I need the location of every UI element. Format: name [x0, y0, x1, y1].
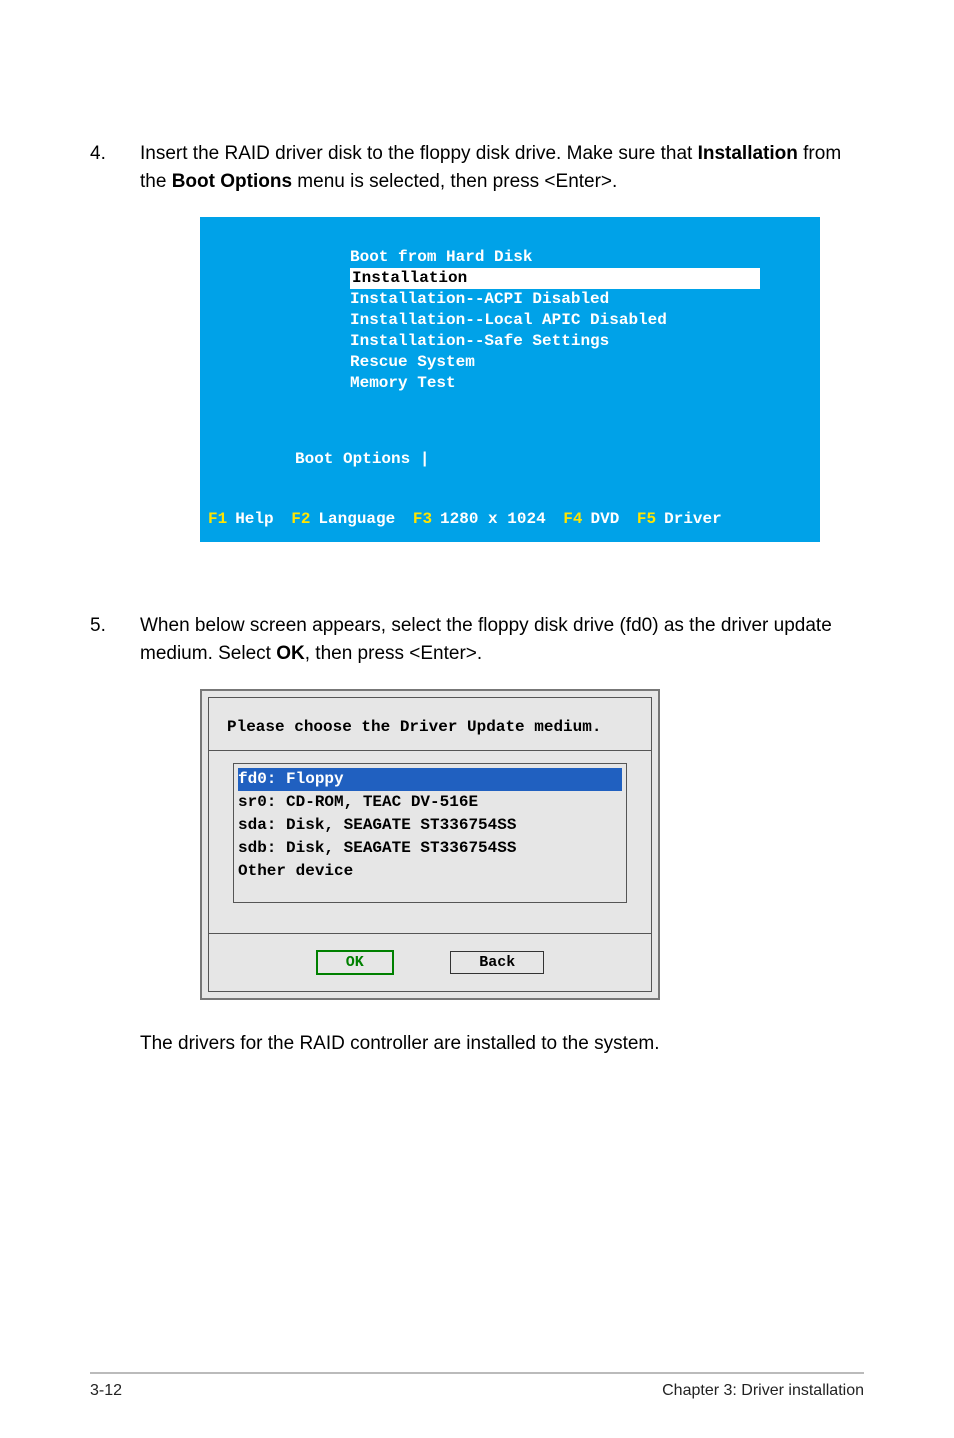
- dialog-list: fd0: Floppy sr0: CD-ROM, TEAC DV-516E sd…: [233, 763, 627, 903]
- ok-button[interactable]: OK: [316, 950, 394, 975]
- boot-screen: Boot from Hard Disk Installation Install…: [200, 217, 820, 542]
- page-footer: 3-12 Chapter 3: Driver installation: [90, 1372, 864, 1400]
- footer-chapter: Chapter 3: Driver installation: [662, 1382, 864, 1400]
- step-5-number: 5.: [90, 612, 140, 667]
- fkey-f2[interactable]: F2: [291, 510, 310, 528]
- boot-item-safe-settings[interactable]: Installation--Safe Settings: [350, 331, 780, 352]
- step5-bold: OK: [276, 643, 305, 664]
- boot-options-input[interactable]: Boot Options |: [200, 449, 820, 470]
- fkey-f3-label: 1280 x 1024: [440, 510, 546, 528]
- driver-update-dialog-screenshot: Please choose the Driver Update medium. …: [200, 689, 660, 1000]
- step-4: 4. Insert the RAID driver disk to the fl…: [90, 140, 864, 195]
- boot-function-keys: F1 Help F2 Language F3 1280 x 1024 F4 DVD F5…: [200, 510, 820, 534]
- step5-pre: When below screen appears, select the fl…: [140, 615, 832, 664]
- fkey-f2-label: Language: [318, 510, 395, 528]
- boot-item-local-apic-disabled[interactable]: Installation--Local APIC Disabled: [350, 310, 780, 331]
- footer-page-number: 3-12: [90, 1382, 122, 1400]
- dialog-item-fd0[interactable]: fd0: Floppy: [238, 768, 622, 791]
- dialog-item-sdb[interactable]: sdb: Disk, SEAGATE ST336754SS: [238, 837, 622, 860]
- boot-item-memory-test[interactable]: Memory Test: [350, 373, 780, 394]
- boot-item-installation[interactable]: Installation: [350, 268, 760, 289]
- dialog-item-other[interactable]: Other device: [238, 860, 622, 883]
- step4-post: menu is selected, then press <Enter>.: [292, 171, 617, 192]
- fkey-f1[interactable]: F1: [208, 510, 227, 528]
- step-5-text: When below screen appears, select the fl…: [140, 612, 864, 667]
- step4-bold2: Boot Options: [172, 171, 292, 192]
- fkey-f5-label: Driver: [664, 510, 722, 528]
- step-5: 5. When below screen appears, select the…: [90, 612, 864, 667]
- boot-menu: Boot from Hard Disk Installation Install…: [200, 247, 820, 394]
- step-4-number: 4.: [90, 140, 140, 195]
- fkey-f3[interactable]: F3: [413, 510, 432, 528]
- dialog-item-sda[interactable]: sda: Disk, SEAGATE ST336754SS: [238, 814, 622, 837]
- fkey-f4-label: DVD: [590, 510, 619, 528]
- fkey-f1-label: Help: [235, 510, 273, 528]
- driver-update-dialog: Please choose the Driver Update medium. …: [208, 697, 652, 992]
- final-paragraph: The drivers for the RAID controller are …: [140, 1030, 864, 1058]
- boot-item-rescue-system[interactable]: Rescue System: [350, 352, 780, 373]
- boot-screenshot: Boot from Hard Disk Installation Install…: [200, 217, 820, 542]
- fkey-f4[interactable]: F4: [563, 510, 582, 528]
- boot-item-acpi-disabled[interactable]: Installation--ACPI Disabled: [350, 289, 780, 310]
- step4-pre: Insert the RAID driver disk to the flopp…: [140, 143, 698, 164]
- step4-bold1: Installation: [698, 143, 798, 164]
- step5-post: , then press <Enter>.: [305, 643, 482, 664]
- boot-item-hard-disk[interactable]: Boot from Hard Disk: [350, 247, 780, 268]
- step-4-text: Insert the RAID driver disk to the flopp…: [140, 140, 864, 195]
- dialog-title: Please choose the Driver Update medium.: [209, 698, 651, 751]
- fkey-f5[interactable]: F5: [637, 510, 656, 528]
- dialog-buttons: OK Back: [209, 933, 651, 991]
- dialog-item-sr0[interactable]: sr0: CD-ROM, TEAC DV-516E: [238, 791, 622, 814]
- back-button[interactable]: Back: [450, 951, 544, 974]
